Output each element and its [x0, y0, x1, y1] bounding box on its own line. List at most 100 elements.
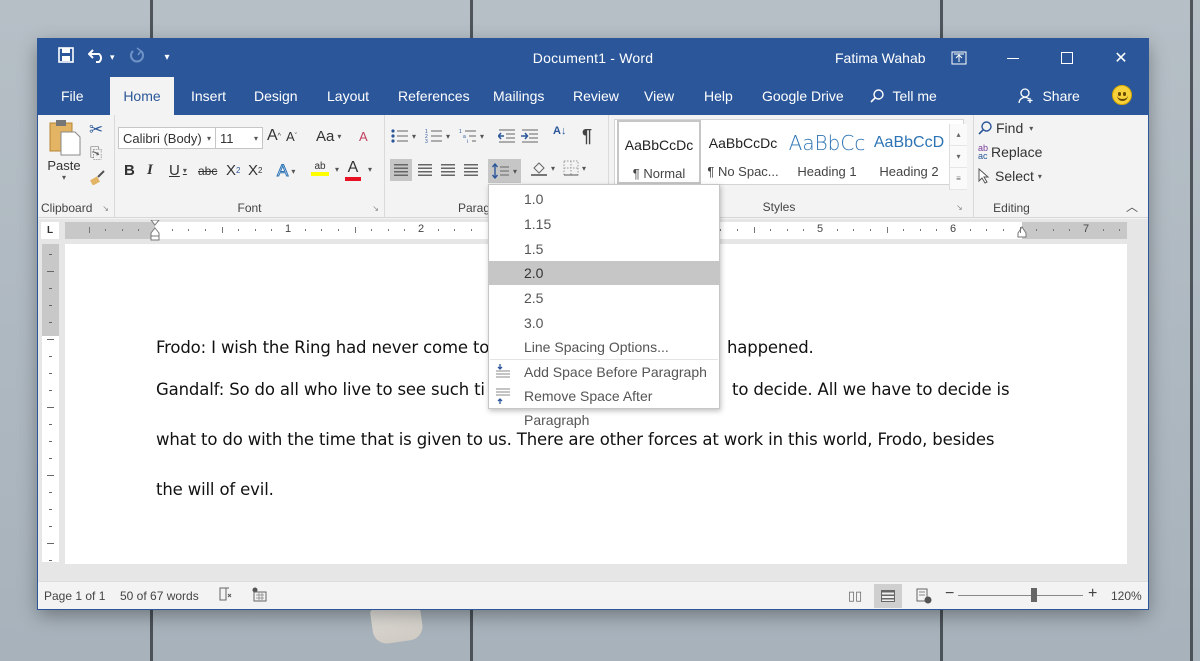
zoom-slider-thumb[interactable] [1030, 588, 1037, 602]
gallery-scroll-up-icon[interactable]: ▴ [950, 124, 967, 146]
tab-review[interactable]: Review [561, 77, 631, 115]
bullets-button[interactable]: ▾ [391, 128, 416, 144]
tab-google-drive[interactable]: Google Drive [750, 77, 856, 115]
paste-dropdown-icon[interactable]: ▾ [62, 173, 66, 182]
web-layout-button[interactable] [910, 584, 938, 608]
tab-view[interactable]: View [632, 77, 686, 115]
document-line-4[interactable]: the will of evil. [156, 480, 274, 499]
clear-formatting-button[interactable]: A [359, 129, 368, 144]
text-effects-button[interactable]: A ▾ [276, 161, 295, 181]
document-line-1-right[interactable]: happened. [727, 338, 814, 357]
change-case-button[interactable]: Aa ▾ [316, 128, 341, 145]
style-heading-2[interactable]: AaBbCcD Heading 2 [867, 120, 951, 184]
vertical-ruler[interactable] [42, 244, 59, 562]
maximize-button[interactable] [1044, 39, 1090, 77]
minimize-button[interactable] [990, 39, 1036, 77]
tab-file[interactable]: File [49, 77, 96, 115]
line-spacing-option-2-0[interactable]: 2.0 [489, 261, 719, 285]
highlight-color-button[interactable]: ab [311, 161, 329, 176]
align-center-button[interactable] [414, 159, 436, 181]
grow-font-button[interactable]: A ^ [267, 127, 281, 145]
find-button[interactable]: Find ▾ [978, 120, 1033, 136]
style-no-spacing[interactable]: AaBbCcDc ¶ No Spac... [701, 120, 785, 184]
document-line-2-left[interactable]: Gandalf: So do all who live to see such … [156, 380, 485, 399]
tab-references[interactable]: References [386, 77, 482, 115]
strikethrough-button[interactable]: abc [198, 164, 217, 178]
line-spacing-options-item[interactable]: Line Spacing Options... [489, 335, 719, 359]
close-button[interactable]: ✕ [1098, 39, 1144, 77]
line-spacing-option-1-15[interactable]: 1.15 [489, 212, 719, 236]
clipboard-launcher-icon[interactable]: ↘ [102, 204, 109, 213]
replace-button[interactable]: ab ac Replace [978, 144, 1042, 161]
zoom-out-button[interactable]: − [945, 585, 954, 603]
right-indent-marker[interactable] [1017, 225, 1027, 239]
align-right-button[interactable] [437, 159, 459, 181]
italic-button[interactable]: I [147, 162, 153, 179]
align-left-button[interactable] [390, 159, 412, 181]
print-layout-button[interactable] [874, 584, 902, 608]
line-spacing-option-3-0[interactable]: 3.0 [489, 311, 719, 335]
tab-design[interactable]: Design [242, 77, 310, 115]
cut-icon[interactable]: ✂ [89, 120, 103, 140]
remove-space-after-item[interactable]: Remove Space After Paragraph [489, 384, 719, 428]
proofing-icon[interactable] [219, 587, 233, 604]
sort-button[interactable]: A↓ [553, 126, 566, 137]
font-size-combobox[interactable]: 11 ▾ [215, 127, 263, 149]
style-normal[interactable]: AaBbCcDc ¶ Normal [617, 120, 701, 184]
numbering-button[interactable]: 1 2 3 ▾ [425, 128, 450, 144]
show-formatting-marks-button[interactable]: ¶ [582, 126, 592, 147]
bold-button[interactable]: B [124, 162, 135, 179]
tab-layout[interactable]: Layout [315, 77, 381, 115]
decrease-indent-button[interactable] [498, 128, 516, 144]
copy-icon[interactable]: ⎘ [90, 145, 102, 162]
increase-indent-button[interactable] [521, 128, 539, 144]
format-painter-icon[interactable] [90, 169, 106, 185]
subscript-button[interactable]: X2 [226, 162, 240, 179]
add-space-before-item[interactable]: Add Space Before Paragraph [489, 360, 719, 384]
share-button[interactable]: Share [1006, 77, 1092, 115]
font-color-dropdown[interactable]: ▾ [365, 165, 372, 174]
justify-button[interactable] [460, 159, 482, 181]
font-name-combobox[interactable]: Calibri (Body) ▾ [118, 127, 216, 149]
gallery-scroll-down-icon[interactable]: ▾ [950, 146, 967, 168]
feedback-smiley-icon[interactable] [1112, 85, 1132, 105]
document-line-2-right[interactable]: to decide. All we have to decide is [732, 380, 1010, 399]
document-line-3[interactable]: what to do with the time that is given t… [156, 430, 994, 449]
zoom-in-button[interactable]: + [1088, 585, 1097, 603]
word-count[interactable]: 50 of 67 words [120, 589, 199, 603]
zoom-slider-track[interactable] [958, 595, 1083, 596]
highlight-dropdown[interactable]: ▾ [332, 165, 339, 174]
gallery-more-icon[interactable]: ≡ [950, 168, 967, 190]
user-name[interactable]: Fatima Wahab [835, 50, 926, 66]
ribbon-display-options-button[interactable] [936, 39, 982, 77]
multilevel-list-button[interactable]: 1 a i ▾ [459, 128, 484, 144]
macro-recording-icon[interactable] [252, 587, 267, 605]
left-indent-marker[interactable] [150, 220, 160, 241]
tab-insert[interactable]: Insert [179, 77, 238, 115]
tab-home[interactable]: Home [110, 77, 174, 115]
font-color-button[interactable]: A [345, 159, 361, 181]
shading-button[interactable]: ▾ [530, 160, 555, 176]
read-mode-button[interactable]: ▯▯ [841, 584, 869, 608]
line-spacing-option-1-5[interactable]: 1.5 [489, 237, 719, 261]
tell-me-search[interactable]: Tell me [858, 77, 949, 115]
line-spacing-button[interactable]: ▾ [488, 159, 521, 183]
collapse-ribbon-button[interactable]: ︿ [1126, 198, 1138, 215]
font-launcher-icon[interactable]: ↘ [372, 204, 379, 213]
page-count[interactable]: Page 1 of 1 [44, 589, 105, 603]
styles-launcher-icon[interactable]: ↘ [956, 203, 963, 212]
shrink-font-button[interactable]: Aˇ [286, 129, 297, 144]
line-spacing-option-1-0[interactable]: 1.0 [489, 187, 719, 211]
document-line-1-left[interactable]: Frodo: I wish the Ring had never come to [156, 338, 489, 357]
line-spacing-option-2-5[interactable]: 2.5 [489, 286, 719, 310]
underline-button[interactable]: U ▾ [169, 162, 187, 179]
superscript-button[interactable]: X2 [248, 162, 262, 179]
style-heading-1[interactable]: AaBbCc Heading 1 [785, 120, 869, 184]
paste-button[interactable]: Paste ▾ [47, 118, 81, 182]
borders-button[interactable]: ▾ [563, 160, 586, 176]
select-button[interactable]: Select ▾ [978, 168, 1042, 184]
tab-help[interactable]: Help [692, 77, 745, 115]
tab-stop-selector[interactable]: L [41, 222, 59, 239]
tab-mailings[interactable]: Mailings [481, 77, 556, 115]
zoom-level[interactable]: 120% [1111, 589, 1142, 603]
